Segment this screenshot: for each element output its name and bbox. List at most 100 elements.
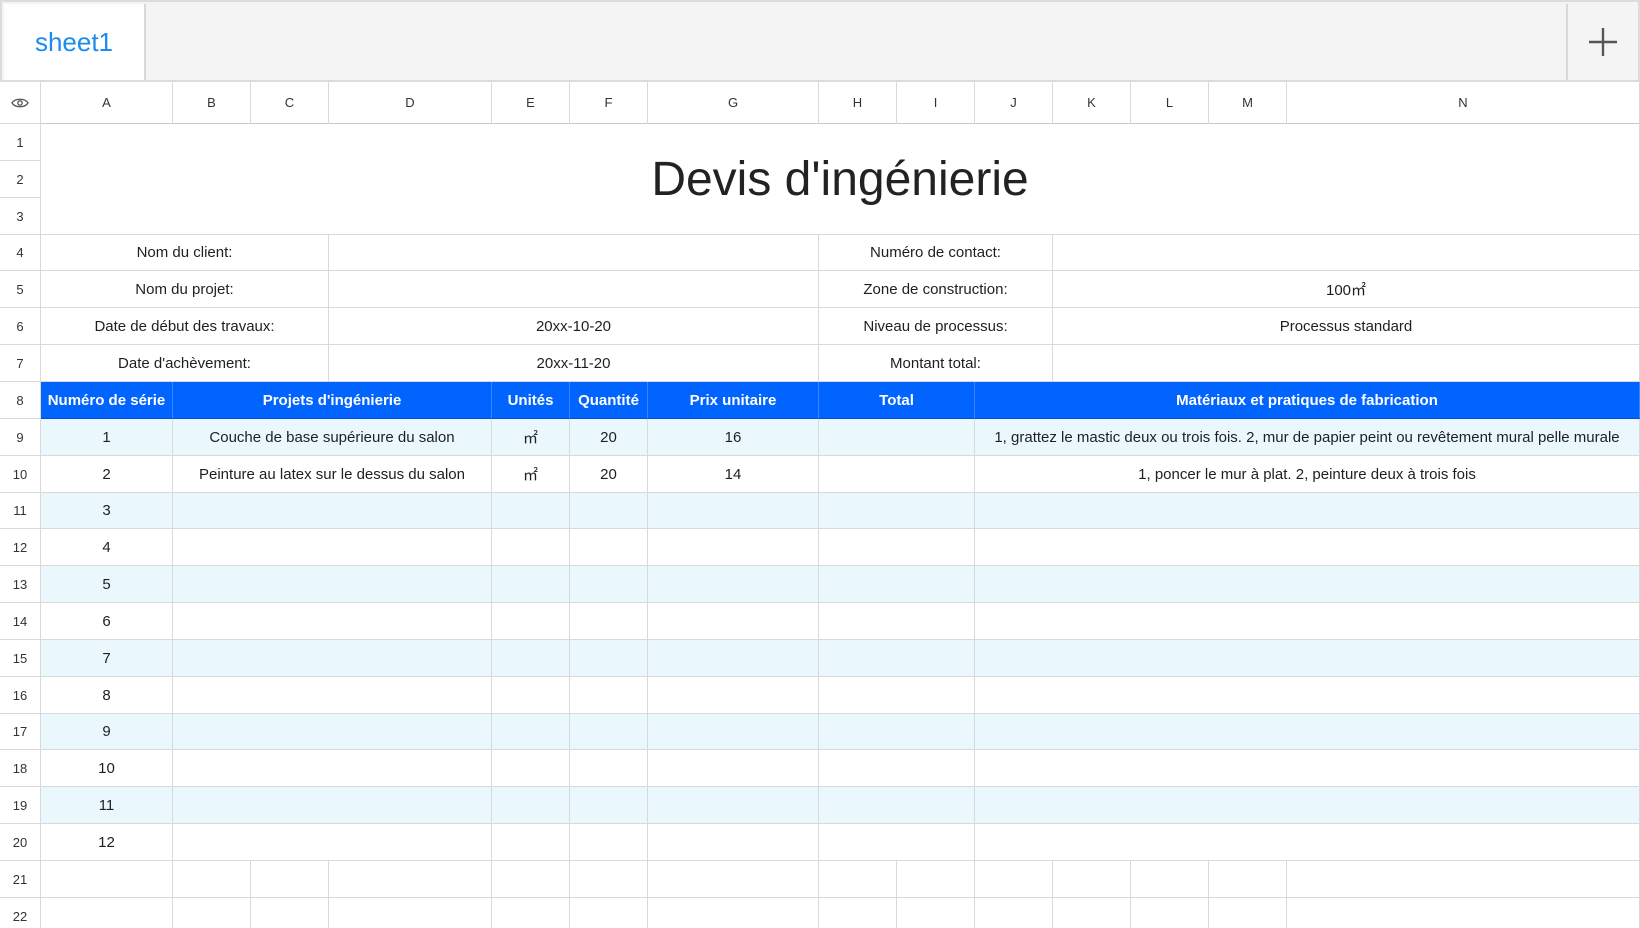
table-cell-qty[interactable] (570, 529, 648, 566)
table-cell-total[interactable] (819, 419, 975, 456)
empty-cell[interactable] (819, 898, 897, 928)
table-cell-project[interactable] (173, 493, 492, 529)
table-cell-materials[interactable] (975, 603, 1640, 640)
table-cell-project[interactable] (173, 750, 492, 787)
table-cell-total[interactable] (819, 824, 975, 861)
empty-cell[interactable] (1209, 861, 1287, 898)
column-header-n[interactable]: N (1287, 82, 1640, 124)
empty-cell[interactable] (492, 861, 570, 898)
table-cell-unit[interactable] (492, 603, 570, 640)
info-label[interactable]: Nom du client: (41, 235, 329, 271)
table-cell-qty[interactable] (570, 493, 648, 529)
table-cell-qty[interactable] (570, 640, 648, 677)
table-cell-price[interactable] (648, 603, 819, 640)
table-cell-serial[interactable]: 1 (41, 419, 173, 456)
table-cell-serial[interactable]: 4 (41, 529, 173, 566)
table-cell-total[interactable] (819, 714, 975, 750)
row-header-16[interactable]: 16 (0, 677, 41, 714)
table-cell-price[interactable] (648, 493, 819, 529)
column-header-i[interactable]: I (897, 82, 975, 124)
table-cell-total[interactable] (819, 787, 975, 824)
row-header-21[interactable]: 21 (0, 861, 41, 898)
empty-cell[interactable] (897, 861, 975, 898)
table-cell-materials[interactable] (975, 677, 1640, 714)
row-header-19[interactable]: 19 (0, 787, 41, 824)
info-value[interactable] (329, 271, 819, 308)
table-cell-qty[interactable]: 20 (570, 456, 648, 493)
table-cell-price[interactable] (648, 677, 819, 714)
empty-cell[interactable] (975, 861, 1053, 898)
info-label[interactable]: Zone de construction: (819, 271, 1053, 308)
table-cell-unit[interactable]: ㎡ (492, 456, 570, 493)
table-cell-materials[interactable] (975, 566, 1640, 603)
table-cell-project[interactable]: Peinture au latex sur le dessus du salon (173, 456, 492, 493)
table-header-unit[interactable]: Unités (492, 382, 570, 419)
info-label[interactable]: Montant total: (819, 345, 1053, 382)
table-header-total[interactable]: Total (819, 382, 975, 419)
column-header-e[interactable]: E (492, 82, 570, 124)
empty-cell[interactable] (41, 861, 173, 898)
info-label[interactable]: Date d'achèvement: (41, 345, 329, 382)
column-header-a[interactable]: A (41, 82, 173, 124)
table-cell-price[interactable] (648, 640, 819, 677)
table-cell-price[interactable] (648, 566, 819, 603)
row-header-14[interactable]: 14 (0, 603, 41, 640)
empty-cell[interactable] (570, 861, 648, 898)
empty-cell[interactable] (41, 898, 173, 928)
table-cell-qty[interactable] (570, 677, 648, 714)
row-header-9[interactable]: 9 (0, 419, 41, 456)
info-label[interactable]: Nom du projet: (41, 271, 329, 308)
table-cell-total[interactable] (819, 529, 975, 566)
info-value[interactable] (1053, 235, 1640, 271)
empty-cell[interactable] (648, 898, 819, 928)
empty-cell[interactable] (492, 898, 570, 928)
table-cell-qty[interactable] (570, 714, 648, 750)
table-cell-qty[interactable] (570, 824, 648, 861)
table-cell-serial[interactable]: 6 (41, 603, 173, 640)
table-cell-serial[interactable]: 3 (41, 493, 173, 529)
empty-cell[interactable] (251, 861, 329, 898)
row-header-10[interactable]: 10 (0, 456, 41, 493)
table-cell-project[interactable] (173, 787, 492, 824)
add-sheet-button[interactable] (1566, 4, 1638, 80)
table-cell-materials[interactable] (975, 787, 1640, 824)
table-cell-serial[interactable]: 5 (41, 566, 173, 603)
table-cell-qty[interactable] (570, 787, 648, 824)
info-label[interactable]: Numéro de contact: (819, 235, 1053, 271)
table-cell-project[interactable] (173, 529, 492, 566)
table-cell-project[interactable] (173, 640, 492, 677)
table-cell-serial[interactable]: 12 (41, 824, 173, 861)
info-value[interactable]: Processus standard (1053, 308, 1640, 345)
table-cell-materials[interactable] (975, 714, 1640, 750)
table-cell-price[interactable] (648, 787, 819, 824)
table-header-qty[interactable]: Quantité (570, 382, 648, 419)
empty-cell[interactable] (819, 861, 897, 898)
empty-cell[interactable] (251, 898, 329, 928)
select-all-corner[interactable] (0, 82, 41, 124)
table-header-serial[interactable]: Numéro de série (41, 382, 173, 419)
table-cell-project[interactable] (173, 566, 492, 603)
table-cell-qty[interactable] (570, 603, 648, 640)
table-cell-unit[interactable] (492, 640, 570, 677)
table-cell-materials[interactable] (975, 529, 1640, 566)
table-cell-total[interactable] (819, 603, 975, 640)
info-value[interactable] (329, 235, 819, 271)
row-header-15[interactable]: 15 (0, 640, 41, 677)
table-cell-project[interactable] (173, 603, 492, 640)
table-cell-project[interactable] (173, 677, 492, 714)
table-cell-serial[interactable]: 11 (41, 787, 173, 824)
table-cell-serial[interactable]: 8 (41, 677, 173, 714)
row-header-8[interactable]: 8 (0, 382, 41, 419)
table-cell-project[interactable] (173, 714, 492, 750)
empty-cell[interactable] (329, 861, 492, 898)
empty-cell[interactable] (1209, 898, 1287, 928)
row-header-18[interactable]: 18 (0, 750, 41, 787)
table-cell-unit[interactable] (492, 493, 570, 529)
table-cell-materials[interactable]: 1, poncer le mur à plat. 2, peinture deu… (975, 456, 1640, 493)
column-header-f[interactable]: F (570, 82, 648, 124)
row-header-20[interactable]: 20 (0, 824, 41, 861)
table-cell-total[interactable] (819, 640, 975, 677)
column-header-c[interactable]: C (251, 82, 329, 124)
row-header-3[interactable]: 3 (0, 198, 41, 235)
table-cell-materials[interactable]: 1, grattez le mastic deux ou trois fois.… (975, 419, 1640, 456)
